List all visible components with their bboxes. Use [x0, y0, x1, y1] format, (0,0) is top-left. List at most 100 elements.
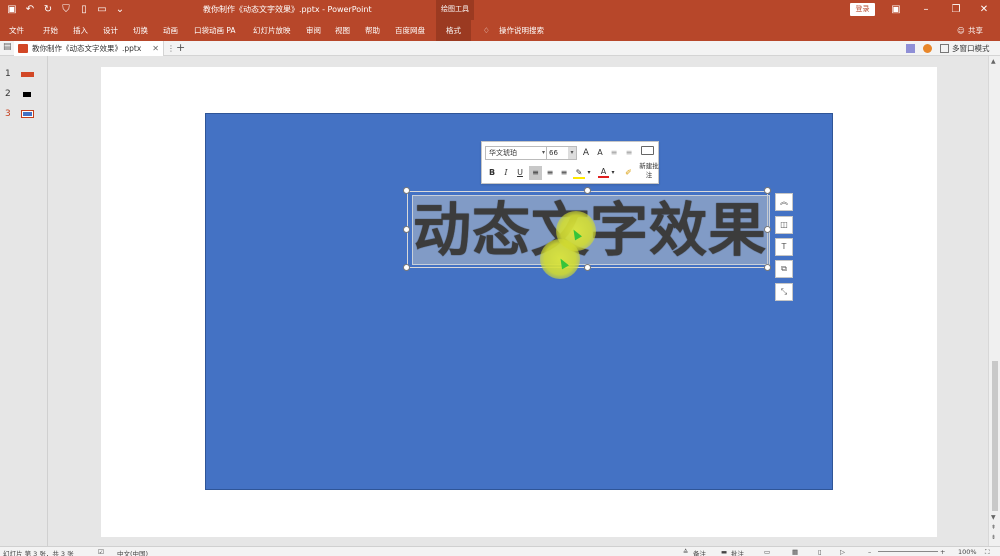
lightbulb-icon: ♢	[483, 26, 490, 35]
language-status[interactable]: 中文(中国)	[117, 548, 148, 556]
shrink-font-button[interactable]: A	[595, 147, 605, 159]
undo-icon[interactable]: ↶	[24, 3, 36, 16]
decrease-indent-icon[interactable]: ≡	[609, 147, 619, 159]
zoom-level[interactable]: 100%	[958, 548, 977, 556]
slide-number: 1	[5, 69, 11, 79]
zoom-in-icon[interactable]: +	[940, 548, 945, 556]
tab-animations[interactable]: 动画	[163, 20, 178, 41]
scrollbar-thumb[interactable]	[992, 361, 998, 511]
tab-insert[interactable]: 插入	[73, 20, 88, 41]
ribbon-display-icon[interactable]: ▣	[888, 2, 904, 18]
presenter-icon[interactable]: ⛉	[60, 3, 72, 16]
slide-thumbnail-3[interactable]: 3	[0, 107, 48, 121]
user-icon: ☺	[957, 26, 965, 35]
chevron-down-icon[interactable]: ▾	[586, 167, 592, 179]
login-button[interactable]: 登录	[850, 3, 875, 16]
document-tab[interactable]: 教你制作《动态文字效果》.pptx ✕	[14, 41, 164, 56]
add-tab-icon[interactable]: +	[176, 41, 185, 55]
resize-handle-top-left[interactable]	[403, 187, 410, 194]
restore-icon[interactable]: ❐	[948, 2, 964, 18]
slide-thumbnail-2[interactable]: 2	[0, 87, 48, 101]
resize-handle-bottom-right[interactable]	[764, 264, 771, 271]
normal-view-icon[interactable]: ▭	[764, 548, 770, 556]
tab-transitions[interactable]: 切换	[133, 20, 148, 41]
multiwindow-mode-button[interactable]: 多窗口模式	[952, 41, 990, 56]
comments-button[interactable]: 批注	[731, 548, 744, 556]
resize-handle-right[interactable]	[764, 226, 771, 233]
gear-icon[interactable]	[923, 44, 932, 53]
addin-icon[interactable]	[906, 44, 915, 53]
align-left-button[interactable]: ≡	[529, 166, 542, 180]
resize-handle-bottom[interactable]	[584, 264, 591, 271]
customize-icon[interactable]: ⌄	[114, 3, 126, 16]
slide-sorter-icon[interactable]: ▦	[792, 548, 798, 556]
tab-pocket-animation[interactable]: 口袋动画 PA	[194, 20, 236, 41]
comments-icon[interactable]: ▬	[721, 548, 727, 556]
font-name-dropdown[interactable]: 华文琥珀 ▾	[485, 146, 547, 160]
tab-slideshow[interactable]: 幻灯片放映	[253, 20, 291, 41]
notes-icon[interactable]: ≙	[683, 548, 688, 556]
slideshow-view-icon[interactable]: ▷	[840, 548, 845, 556]
minimize-icon[interactable]: –	[918, 2, 934, 18]
tab-menu-icon[interactable]: ⋮	[167, 41, 175, 56]
resize-handle-bottom-left[interactable]	[403, 264, 410, 271]
slide-thumbnail-1[interactable]: 1	[0, 67, 48, 81]
fit-slide-icon[interactable]: ⛶	[985, 548, 990, 556]
italic-button[interactable]: I	[501, 167, 511, 179]
multiwindow-icon[interactable]	[940, 44, 949, 53]
save-icon[interactable]: ▣	[6, 3, 18, 16]
zoom-out-icon[interactable]: –	[868, 548, 871, 556]
previous-slide-icon[interactable]: ⇞	[991, 524, 996, 531]
resize-handle-left[interactable]	[403, 226, 410, 233]
resize-handle-top[interactable]	[584, 187, 591, 194]
align-center-button[interactable]: ≡	[545, 167, 555, 179]
new-comment-button[interactable]: 新建批注	[639, 162, 659, 180]
tab-review[interactable]: 审阅	[306, 20, 321, 41]
reading-view-icon[interactable]: ▯	[818, 548, 822, 556]
layout-options-icon[interactable]: ◫	[775, 216, 793, 234]
comment-icon[interactable]	[641, 146, 654, 155]
text-box-icon[interactable]: T	[775, 238, 793, 256]
highlight-color-button[interactable]: ✎	[573, 167, 585, 179]
tab-baidu-netdisk[interactable]: 百度网盘	[395, 20, 425, 41]
align-right-button[interactable]: ≡	[559, 167, 569, 179]
bold-button[interactable]: B	[487, 167, 497, 179]
scroll-down-icon[interactable]: ▼	[991, 514, 996, 521]
crop-icon[interactable]: ⤡	[775, 283, 793, 301]
slide-preview	[21, 110, 34, 118]
tab-home[interactable]: 开始	[43, 20, 58, 41]
font-size-dropdown[interactable]: 66 ▾	[546, 146, 577, 160]
next-slide-icon[interactable]: ⇟	[991, 534, 996, 541]
tab-file[interactable]: 文件	[9, 20, 24, 41]
slide-number: 3	[5, 109, 11, 119]
spellcheck-icon[interactable]: ☑	[98, 548, 104, 556]
tab-design[interactable]: 设计	[103, 20, 118, 41]
close-tab-icon[interactable]: ✕	[152, 41, 159, 56]
share-button[interactable]: 共享	[968, 20, 983, 41]
status-bar: 幻灯片 第 3 张，共 3 张 ☑ 中文(中国) ≙ 备注 ▬ 批注 ▭ ▦ ▯…	[0, 546, 1000, 556]
format-painter-icon[interactable]: ✐	[623, 167, 634, 179]
collapse-icon[interactable]: ︽	[775, 193, 793, 211]
new-file-icon[interactable]: ▯	[78, 3, 90, 16]
resize-handle-top-right[interactable]	[764, 187, 771, 194]
scroll-up-icon[interactable]: ▲	[991, 58, 996, 65]
tab-format[interactable]: 格式	[436, 20, 471, 41]
redo-icon[interactable]: ↻	[42, 3, 54, 16]
grow-font-button[interactable]: A	[581, 147, 591, 159]
chevron-down-icon[interactable]: ▾	[610, 167, 616, 179]
notes-button[interactable]: 备注	[693, 548, 706, 556]
file-icon[interactable]: ▤	[3, 42, 12, 52]
close-icon[interactable]: ✕	[976, 2, 992, 18]
underline-button[interactable]: U	[515, 167, 525, 179]
vertical-scrollbar[interactable]: ▲ ▼ ⇞ ⇟	[988, 56, 1000, 546]
font-color-button[interactable]: A	[598, 166, 609, 178]
tab-view[interactable]: 视图	[335, 20, 350, 41]
mini-toolbar: 华文琥珀 ▾ 66 ▾ A A ≡ ≡ B I U ≡ ≡ ≡ ✎ ▾ A ▾ …	[481, 141, 659, 184]
open-folder-icon[interactable]: ▭	[96, 3, 108, 16]
slide-preview	[21, 72, 34, 77]
tab-help[interactable]: 帮助	[365, 20, 380, 41]
tell-me-search[interactable]: 操作说明搜索	[499, 20, 544, 41]
arrange-icon[interactable]: ⧉	[775, 260, 793, 278]
increase-indent-icon[interactable]: ≡	[624, 147, 634, 159]
zoom-slider[interactable]	[878, 551, 938, 552]
